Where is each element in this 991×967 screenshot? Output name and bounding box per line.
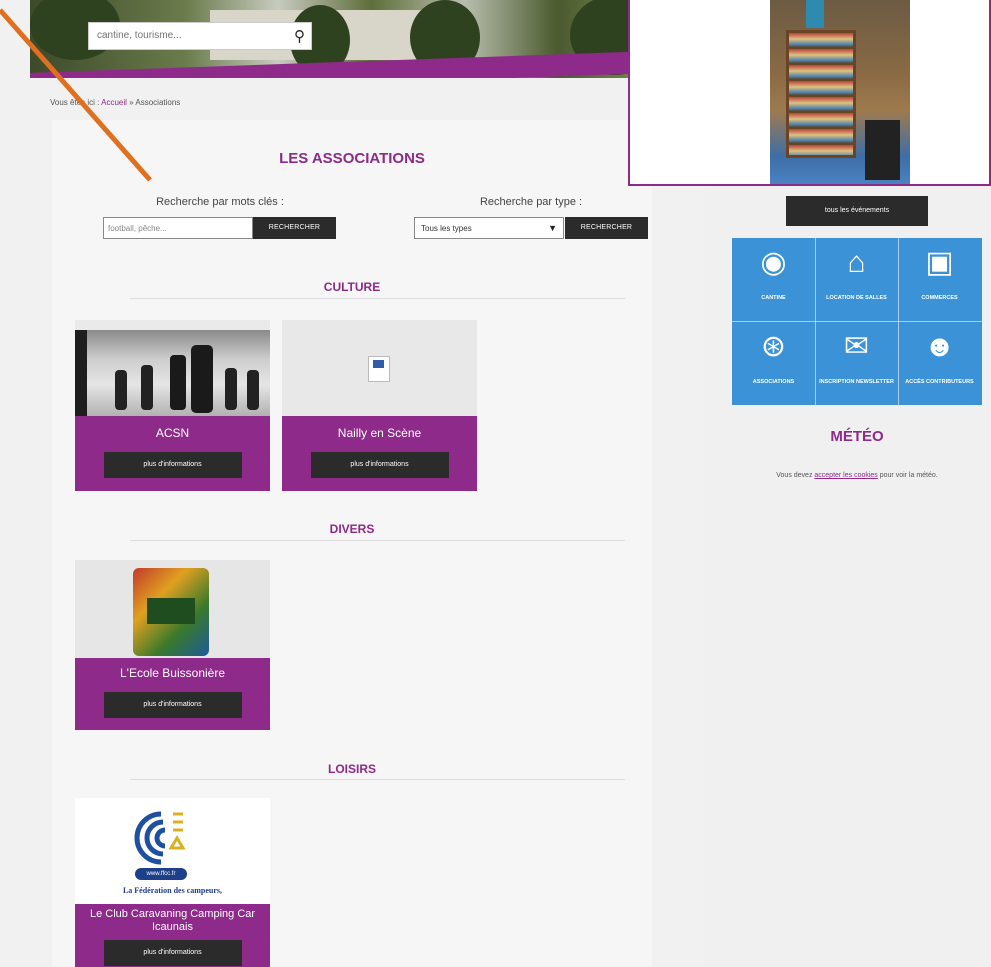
annotation-arrow <box>0 8 152 182</box>
page: ⚲ Vous êtes ici : Accueil » Associations… <box>0 0 991 967</box>
